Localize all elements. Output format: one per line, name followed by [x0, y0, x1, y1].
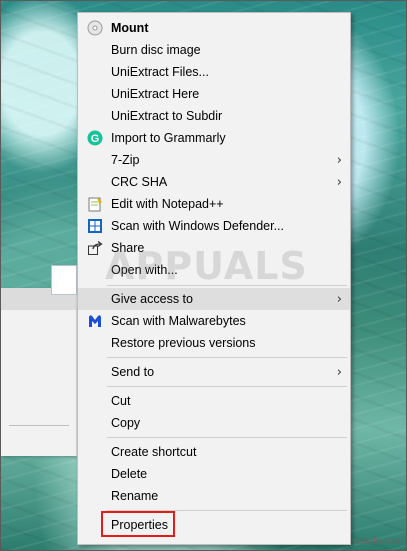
menu-item-label: Share — [111, 241, 145, 255]
malwarebytes-icon — [87, 313, 103, 329]
menu-item-label: Scan with Malwarebytes — [111, 314, 246, 328]
chevron-right-icon: › — [336, 153, 342, 168]
chevron-right-icon: › — [336, 175, 342, 190]
grammarly-icon: G — [87, 130, 103, 146]
menu-item-label: UniExtract Here — [111, 87, 200, 101]
menu-item-crc-sha[interactable]: CRC SHA › — [78, 171, 350, 193]
menu-item-restore-previous-versions[interactable]: Restore previous versions — [78, 332, 350, 354]
windows-defender-icon — [87, 218, 103, 234]
site-watermark: wsxdn.com — [353, 536, 404, 547]
menu-item-import-to-grammarly[interactable]: G Import to Grammarly — [78, 127, 350, 149]
menu-item-label: Cut — [111, 394, 131, 408]
chevron-right-icon: › — [336, 365, 342, 380]
menu-item-create-shortcut[interactable]: Create shortcut — [78, 441, 350, 463]
menu-item-mount[interactable]: Mount — [78, 17, 350, 39]
context-menu: Mount Burn disc image UniExtract Files..… — [77, 12, 351, 545]
left-panel-separator — [9, 425, 69, 426]
menu-item-label: Restore previous versions — [111, 336, 256, 350]
menu-item-label: Open with... — [111, 263, 178, 277]
menu-item-copy[interactable]: Copy — [78, 412, 350, 434]
menu-item-scan-with-windows-defender[interactable]: Scan with Windows Defender... — [78, 215, 350, 237]
menu-item-edit-with-notepadpp[interactable]: Edit with Notepad++ — [78, 193, 350, 215]
menu-item-give-access-to[interactable]: Give access to › — [78, 288, 350, 310]
menu-divider — [107, 357, 347, 358]
menu-item-rename[interactable]: Rename — [78, 485, 350, 507]
menu-item-delete[interactable]: Delete — [78, 463, 350, 485]
left-partial-panel — [1, 288, 77, 456]
menu-item-burn-disc-image[interactable]: Burn disc image — [78, 39, 350, 61]
menu-item-label: Give access to — [111, 292, 193, 306]
menu-item-uniextract-files[interactable]: UniExtract Files... — [78, 61, 350, 83]
menu-item-label: Mount — [111, 21, 149, 35]
menu-item-send-to[interactable]: Send to › — [78, 361, 350, 383]
menu-item-uniextract-here[interactable]: UniExtract Here — [78, 83, 350, 105]
chevron-right-icon: › — [336, 292, 342, 307]
menu-item-label: CRC SHA — [111, 175, 168, 189]
menu-item-label: Send to — [111, 365, 155, 379]
menu-item-share[interactable]: Share — [78, 237, 350, 259]
menu-divider — [107, 285, 347, 286]
screenshot-frame: Mount Burn disc image UniExtract Files..… — [0, 0, 407, 551]
svg-text:G: G — [91, 133, 100, 145]
menu-item-label: 7-Zip — [111, 153, 140, 167]
menu-item-label: Create shortcut — [111, 445, 197, 459]
menu-item-label: Import to Grammarly — [111, 131, 226, 145]
menu-item-uniextract-to-subdir[interactable]: UniExtract to Subdir — [78, 105, 350, 127]
menu-item-scan-with-malwarebytes[interactable]: Scan with Malwarebytes — [78, 310, 350, 332]
menu-item-label: UniExtract to Subdir — [111, 109, 223, 123]
menu-divider — [107, 386, 347, 387]
notepadpp-icon — [87, 196, 103, 212]
file-icon — [51, 265, 77, 295]
menu-item-label: UniExtract Files... — [111, 65, 209, 79]
menu-item-label: Scan with Windows Defender... — [111, 219, 284, 233]
share-icon — [87, 240, 103, 256]
menu-item-label: Burn disc image — [111, 43, 201, 57]
disc-icon — [87, 20, 103, 36]
menu-item-label: Rename — [111, 489, 159, 503]
menu-item-cut[interactable]: Cut — [78, 390, 350, 412]
menu-item-7-zip[interactable]: 7-Zip › — [78, 149, 350, 171]
properties-highlight-box — [101, 511, 175, 537]
menu-item-label: Delete — [111, 467, 148, 481]
menu-divider — [107, 437, 347, 438]
menu-item-label: Edit with Notepad++ — [111, 197, 224, 211]
menu-item-label: Copy — [111, 416, 141, 430]
menu-item-open-with[interactable]: Open with... — [78, 259, 350, 281]
